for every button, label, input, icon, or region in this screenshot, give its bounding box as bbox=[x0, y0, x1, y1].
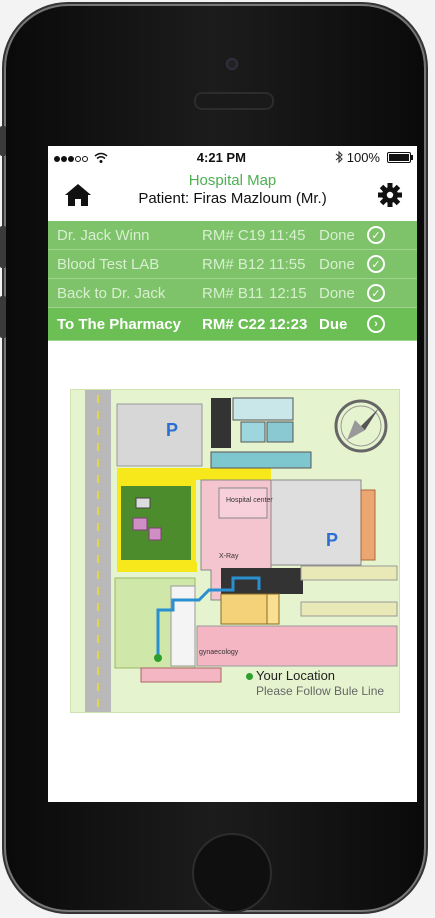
gear-icon[interactable] bbox=[377, 182, 403, 208]
appointment-name: Dr. Jack Winn bbox=[57, 226, 150, 244]
page-title: Hospital Map bbox=[188, 172, 277, 189]
appointment-row[interactable]: Back to Dr. Jack RM# B11 12:15 Done ✓ bbox=[48, 279, 417, 308]
appointment-status: Done bbox=[319, 255, 355, 273]
map-drawing: P P Hospital center X-Ray gynaecology bbox=[71, 390, 399, 712]
status-bar: 4:21 PM 100% bbox=[48, 146, 417, 168]
appointment-room: RM# B11 bbox=[202, 284, 264, 302]
hospital-center-label: Hospital center bbox=[226, 497, 273, 504]
signal-icon bbox=[54, 150, 89, 165]
check-icon: ✓ bbox=[367, 226, 385, 244]
appointment-time: 11:55 bbox=[269, 255, 306, 273]
home-icon[interactable] bbox=[63, 182, 93, 208]
bluetooth-icon bbox=[335, 151, 343, 163]
legend-subtitle: Please Follow Bule Line bbox=[256, 684, 385, 698]
road bbox=[85, 390, 111, 712]
appointment-time: 12:15 bbox=[269, 284, 307, 302]
legend-title: Your Location bbox=[256, 668, 336, 683]
appointment-row[interactable]: Dr. Jack Winn RM# C19 11:45 Done ✓ bbox=[48, 221, 417, 250]
status-time: 4:21 PM bbox=[196, 149, 246, 165]
appointment-time: 11:45 bbox=[269, 226, 306, 244]
battery-percent: 100% bbox=[346, 149, 380, 165]
appointment-room: RM# B12 bbox=[202, 255, 265, 273]
appointment-status: Done bbox=[319, 226, 355, 244]
gynaecology-label: gynaecology bbox=[199, 649, 239, 656]
arrow-right-icon: › bbox=[367, 315, 385, 333]
parking-label: P bbox=[166, 420, 178, 440]
check-icon: ✓ bbox=[367, 255, 385, 273]
battery-icon bbox=[386, 151, 413, 163]
location-dot-icon bbox=[246, 673, 253, 681]
appointment-status: Due bbox=[319, 315, 348, 333]
parking-label: P bbox=[326, 530, 338, 550]
patient-name: Patient: Firas Mazloum (Mr.) bbox=[138, 190, 327, 207]
app-header: Hospital Map Patient: Firas Mazloum (Mr.… bbox=[48, 168, 417, 216]
appointment-name: To The Pharmacy bbox=[57, 315, 181, 333]
mute-switch bbox=[0, 126, 6, 156]
appointment-row-active[interactable]: To The Pharmacy RM# C22 12:23 Due › bbox=[48, 308, 417, 341]
earpiece-speaker bbox=[194, 92, 274, 110]
phone-frame: 4:21 PM 100% Hospital Map Patient: Firas… bbox=[0, 6, 424, 913]
volume-up-button bbox=[0, 226, 6, 268]
appointment-list: Dr. Jack Winn RM# C19 11:45 Done ✓ Blood… bbox=[48, 221, 417, 341]
app-screen: 4:21 PM 100% Hospital Map Patient: Firas… bbox=[48, 146, 417, 802]
map-legend: Your Location Please Follow Bule Line bbox=[246, 668, 384, 698]
appointment-room: RM# C22 bbox=[202, 315, 266, 333]
volume-down-button bbox=[0, 296, 6, 338]
appointment-row[interactable]: Blood Test LAB RM# B12 11:55 Done ✓ bbox=[48, 250, 417, 279]
hospital-map[interactable]: P P Hospital center X-Ray gynaecology Yo… bbox=[70, 389, 400, 713]
home-button[interactable] bbox=[192, 833, 272, 913]
xray-label: X-Ray bbox=[219, 553, 239, 560]
appointment-name: Blood Test LAB bbox=[57, 255, 160, 273]
wifi-icon bbox=[94, 152, 108, 163]
appointment-room: RM# C19 bbox=[202, 226, 266, 244]
appointment-time: 12:23 bbox=[269, 315, 308, 333]
front-camera bbox=[226, 58, 238, 70]
appointment-name: Back to Dr. Jack bbox=[57, 284, 166, 302]
check-icon: ✓ bbox=[367, 284, 385, 302]
appointment-status: Done bbox=[319, 284, 355, 302]
